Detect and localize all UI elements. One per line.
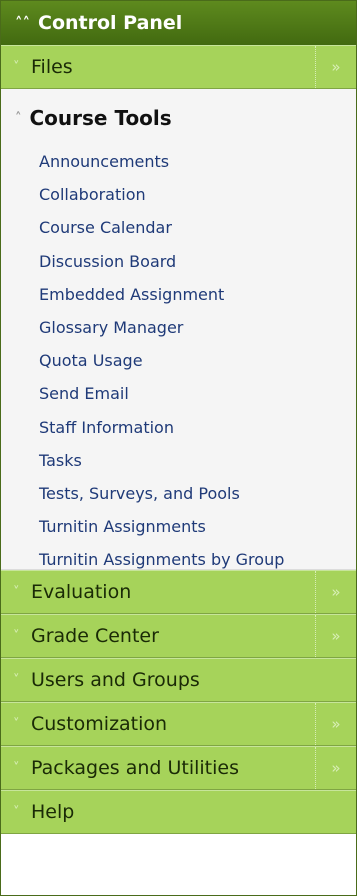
tool-link[interactable]: Collaboration: [1, 178, 356, 211]
double-chevron-right-icon[interactable]: »: [315, 571, 356, 613]
section-help[interactable]: ˅ Help: [1, 790, 356, 834]
section-evaluation[interactable]: ˅ Evaluation »: [1, 570, 356, 614]
course-tools-header[interactable]: ˄ Course Tools: [1, 99, 356, 137]
section-packages-and-utilities[interactable]: ˅ Packages and Utilities »: [1, 746, 356, 790]
double-chevron-down-icon: ˅: [13, 716, 20, 732]
double-chevron-down-icon: ˅: [13, 59, 20, 75]
tool-link[interactable]: Course Calendar: [1, 211, 356, 244]
section-label: Grade Center: [31, 625, 159, 647]
double-chevron-right-icon[interactable]: »: [315, 46, 356, 88]
course-tools-list: Announcements Collaboration Course Calen…: [1, 145, 356, 576]
double-chevron-up-icon: ˄: [15, 110, 22, 126]
double-chevron-up-icon: ˄˄: [15, 14, 30, 32]
control-panel-title: Control Panel: [38, 12, 183, 34]
section-label: Packages and Utilities: [31, 757, 239, 779]
control-panel-header[interactable]: ˄˄ Control Panel: [1, 1, 356, 45]
section-label: Files: [31, 56, 73, 78]
section-label: Help: [31, 801, 75, 823]
tool-link[interactable]: Quota Usage: [1, 344, 356, 377]
tool-link[interactable]: Send Email: [1, 377, 356, 410]
double-chevron-right-icon[interactable]: »: [315, 615, 356, 657]
double-chevron-right-icon[interactable]: »: [315, 747, 356, 789]
double-chevron-down-icon: ˅: [13, 628, 20, 644]
control-panel: ˄˄ Control Panel ˅ Files » ˄ Course Tool…: [0, 0, 357, 896]
section-label: Customization: [31, 713, 168, 735]
tool-link[interactable]: Glossary Manager: [1, 311, 356, 344]
course-tools-title: Course Tools: [29, 106, 172, 130]
section-users-and-groups[interactable]: ˅ Users and Groups: [1, 658, 356, 702]
section-grade-center[interactable]: ˅ Grade Center »: [1, 614, 356, 658]
double-chevron-down-icon: ˅: [13, 672, 20, 688]
tool-link[interactable]: Tasks: [1, 444, 356, 477]
tool-link[interactable]: Announcements: [1, 145, 356, 178]
double-chevron-down-icon: ˅: [13, 584, 20, 600]
tool-link[interactable]: Turnitin Assignments: [1, 510, 356, 543]
tool-link[interactable]: Embedded Assignment: [1, 278, 356, 311]
section-course-tools: ˄ Course Tools Announcements Collaborati…: [1, 89, 356, 570]
tool-link[interactable]: Tests, Surveys, and Pools: [1, 477, 356, 510]
double-chevron-right-icon[interactable]: »: [315, 703, 356, 745]
double-chevron-down-icon: ˅: [13, 760, 20, 776]
tool-link[interactable]: Staff Information: [1, 411, 356, 444]
double-chevron-down-icon: ˅: [13, 804, 20, 820]
section-label: Evaluation: [31, 581, 132, 603]
section-customization[interactable]: ˅ Customization »: [1, 702, 356, 746]
section-files[interactable]: ˅ Files »: [1, 45, 356, 89]
tool-link[interactable]: Discussion Board: [1, 245, 356, 278]
section-label: Users and Groups: [31, 669, 200, 691]
